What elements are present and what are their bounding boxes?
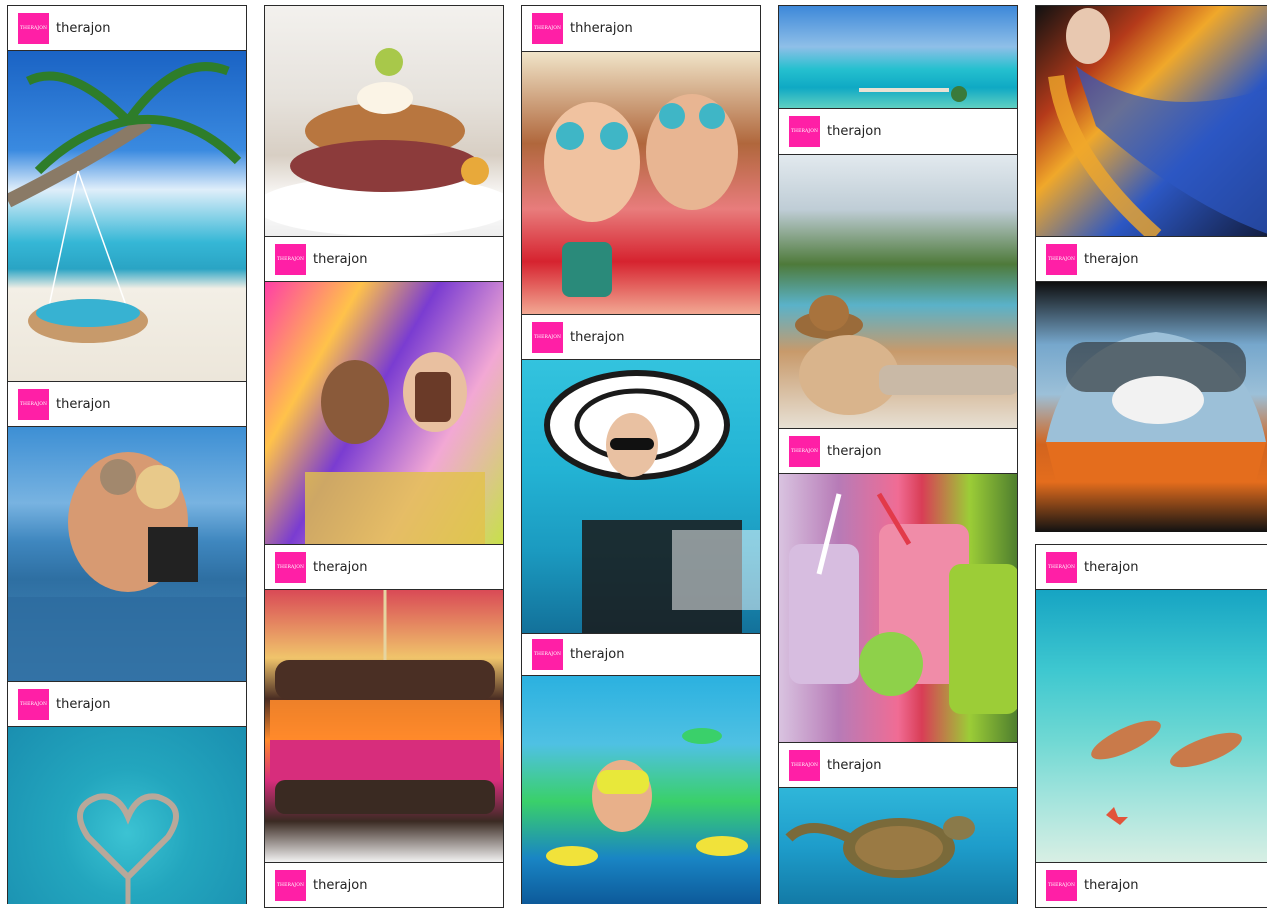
girls-sunglasses-illustration: [544, 94, 738, 297]
brand-logo-icon: THERAJON: [532, 639, 563, 670]
pin-author-tag[interactable]: THERAJON therajon: [778, 428, 1018, 474]
author-name: therajon: [1084, 877, 1139, 893]
author-name: therajon: [827, 757, 882, 773]
brand-logo-icon: THERAJON: [789, 435, 820, 467]
pin-image-snorkelers[interactable]: [1035, 590, 1267, 862]
brand-logo-icon: THERAJON: [275, 551, 306, 583]
snorkelers-illustration: [1091, 720, 1242, 825]
pin-image-snorkeler[interactable]: [521, 676, 761, 904]
pin-author-tag[interactable]: THERAJON therajon: [778, 742, 1018, 788]
brand-logo-icon: THERAJON: [275, 869, 306, 901]
author-name: thherajon: [570, 21, 633, 36]
author-name: therajon: [570, 647, 625, 662]
author-name: therajon: [313, 559, 368, 575]
pin-image-crab-cake[interactable]: [264, 5, 504, 236]
brand-logo-icon: THERAJON: [18, 12, 49, 44]
author-name: therajon: [570, 329, 625, 345]
pin-author-tag[interactable]: THERAJON therajon: [264, 862, 504, 908]
author-name: therajon: [56, 396, 111, 412]
pin-author-tag[interactable]: THERAJON thherajon: [521, 5, 761, 52]
author-name: therajon: [1084, 559, 1139, 575]
author-name: therajon: [827, 443, 882, 459]
heart-island-illustration: [77, 793, 179, 904]
pin-image-girls-sunglasses[interactable]: [521, 52, 761, 314]
sea-dock-illustration: [859, 86, 967, 102]
brand-logo-icon: THERAJON: [532, 13, 563, 44]
brand-logo-icon: THERAJON: [275, 243, 306, 275]
crab-cake-illustration: [265, 48, 503, 236]
pin-author-tag[interactable]: THERAJON therajon: [7, 5, 247, 51]
brand-logo-icon: THERAJON: [1046, 243, 1077, 275]
race-car-illustration: [1046, 332, 1266, 482]
author-name: therajon: [313, 877, 368, 893]
author-name: therajon: [56, 696, 111, 712]
pin-image-woman-sun-hat[interactable]: [521, 360, 761, 633]
pin-author-tag[interactable]: THERAJON therajon: [521, 314, 761, 360]
pin-image-couple-pool[interactable]: [7, 427, 247, 681]
pin-author-tag[interactable]: THERAJON therajon: [7, 681, 247, 727]
pin-author-tag[interactable]: THERAJON therajon: [778, 108, 1018, 155]
sun-hat-illustration: [544, 370, 760, 633]
author-name: therajon: [313, 251, 368, 267]
pin-author-tag[interactable]: THERAJON therajon: [1035, 862, 1267, 908]
brand-logo-icon: THERAJON: [1046, 551, 1077, 583]
pin-author-tag[interactable]: THERAJON therajon: [1035, 236, 1267, 282]
pin-image-sea-turtle[interactable]: [778, 788, 1018, 904]
pin-image-feather-fashion[interactable]: [1035, 5, 1267, 236]
pin-image-race-car[interactable]: [1035, 282, 1267, 532]
snorkeler-illustration: [546, 728, 748, 866]
pin-image-pool-lounge[interactable]: [778, 155, 1018, 428]
pin-author-tag[interactable]: THERAJON therajon: [264, 544, 504, 590]
author-name: therajon: [1084, 251, 1139, 267]
carnival-illustration: [305, 352, 485, 544]
pin-image-carnival[interactable]: [264, 282, 504, 544]
pin-author-tag[interactable]: THERAJON therajon: [7, 381, 247, 427]
beach-swing-illustration: [8, 62, 242, 343]
sandwich-illustration: [270, 590, 500, 814]
feather-fashion-illustration: [1048, 8, 1267, 236]
author-name: therajon: [56, 20, 111, 36]
author-name: therajon: [827, 124, 882, 139]
brand-logo-icon: THERAJON: [1046, 869, 1077, 901]
pin-author-tag[interactable]: THERAJON therajon: [1035, 544, 1267, 590]
pin-image-sea-dock[interactable]: [778, 5, 1018, 108]
couple-pool-illustration: [8, 452, 246, 681]
pin-image-smoothies[interactable]: [778, 474, 1018, 742]
brand-logo-icon: THERAJON: [789, 749, 820, 781]
pin-author-tag[interactable]: THERAJON therajon: [521, 633, 761, 676]
pin-image-beach-swing[interactable]: [7, 51, 247, 381]
smoothies-illustration: [789, 492, 1017, 714]
sea-turtle-illustration: [785, 816, 975, 878]
brand-logo-icon: THERAJON: [789, 116, 820, 147]
pin-author-tag[interactable]: THERAJON therajon: [264, 236, 504, 282]
brand-logo-icon: THERAJON: [18, 688, 49, 720]
pool-lounge-illustration: [795, 295, 1017, 415]
brand-logo-icon: THERAJON: [18, 388, 49, 420]
pin-image-heart-island[interactable]: [7, 727, 247, 904]
brand-logo-icon: THERAJON: [532, 321, 563, 353]
pin-image-sandwich[interactable]: [264, 590, 504, 862]
